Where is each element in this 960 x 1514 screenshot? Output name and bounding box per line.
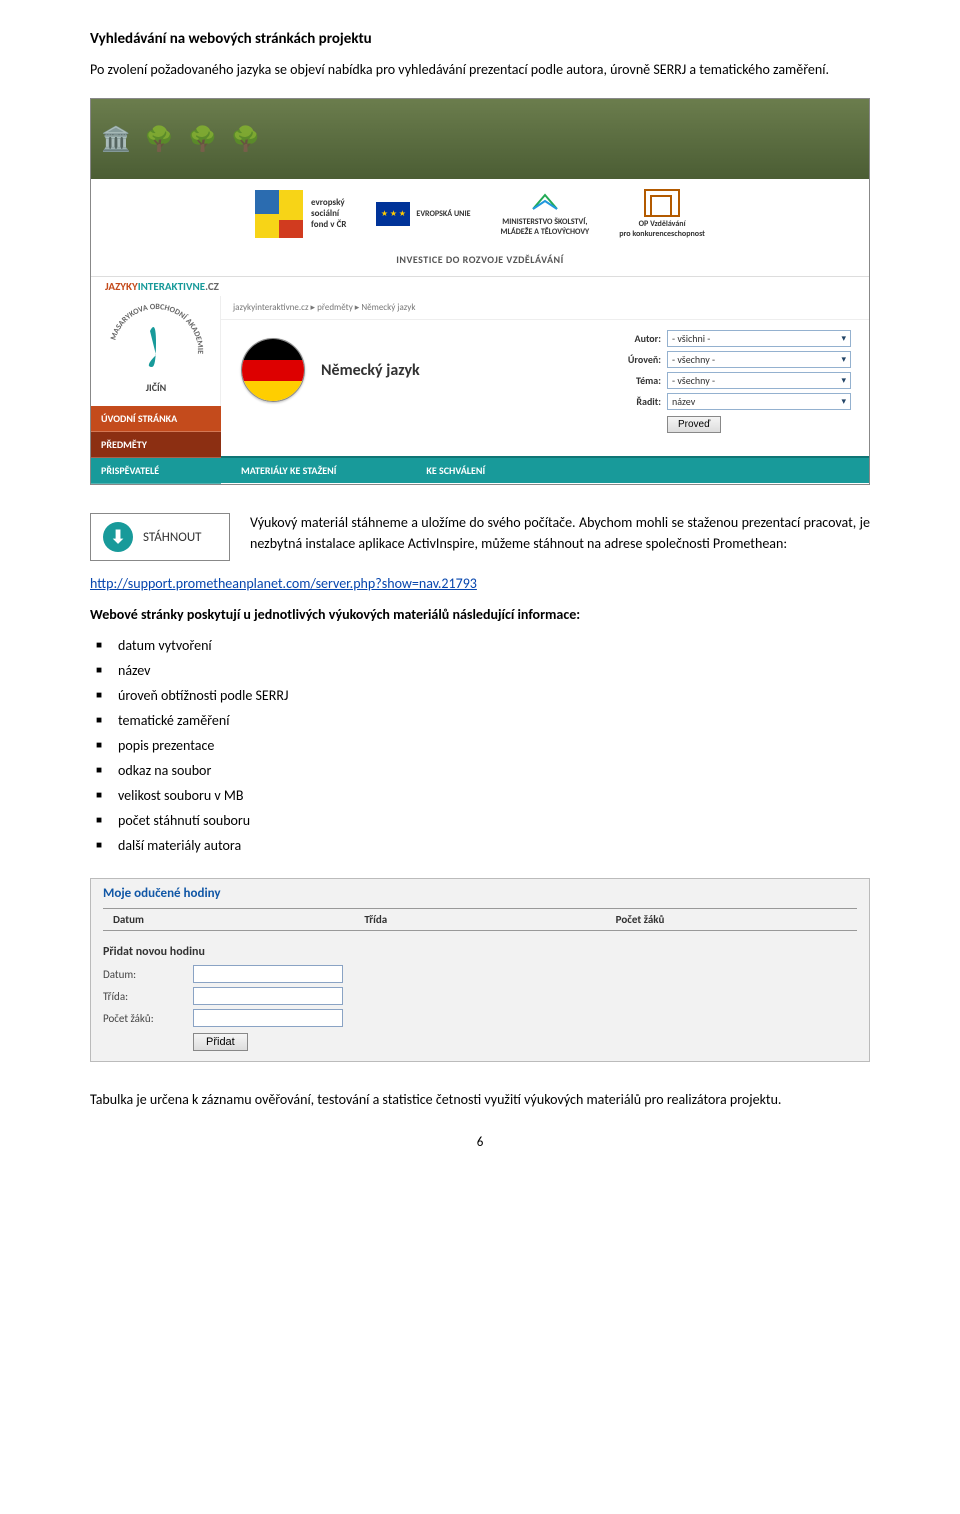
svg-text:JIČÍN: JIČÍN — [145, 381, 166, 394]
sort-label: Řadit: — [621, 395, 661, 408]
breadcrumb: jazykyinteraktivne.cz ▸ předměty ▸ Němec… — [221, 296, 869, 320]
eu-flag-icon: ★ ★ ★ — [376, 202, 410, 226]
chevron-down-icon: ▾ — [841, 394, 846, 409]
form-date-input[interactable] — [193, 965, 343, 983]
list-item: velikost souboru v MB — [118, 783, 870, 808]
brand-text-3: .CZ — [205, 280, 219, 293]
tab-approval[interactable]: KE SCHVÁLENÍ — [426, 464, 485, 477]
download-label[interactable]: STÁHNOUT — [143, 530, 202, 545]
campus-banner: 🏛️ 🌳 🌳 🌳 — [91, 99, 869, 179]
form-count-label: Počet žáků: — [103, 1012, 193, 1025]
opvk-logo: OP Vzdělávání pro konkurenceschopnost — [619, 189, 705, 239]
form-class-label: Třída: — [103, 990, 193, 1003]
chevron-down-icon: ▾ — [841, 373, 846, 388]
list-item: odkaz na soubor — [118, 758, 870, 783]
opvk-icon — [644, 189, 680, 217]
col-date: Datum — [103, 909, 354, 930]
lessons-heading: Moje odučené hodiny — [91, 879, 869, 908]
author-select[interactable]: - všichni -▾ — [667, 330, 851, 347]
add-lesson-form: Datum: Třída: Počet žáků: Přidat — [91, 965, 869, 1061]
level-label: Úroveň: — [621, 353, 661, 366]
sidebar: MASARYKOVA OBCHODNÍ AKADEMIE JIČÍN ÚVODN… — [91, 296, 221, 484]
subject-name: Německý jazyk — [321, 361, 420, 380]
lessons-screenshot: Moje odučené hodiny Datum Třída Počet žá… — [90, 878, 870, 1062]
download-box: ⬇ STÁHNOUT — [90, 513, 230, 561]
download-section: ⬇ STÁHNOUT Výukový materiál stáhneme a u… — [90, 513, 870, 561]
brand-text-2: INTERAKTIVNE — [138, 280, 205, 293]
col-class: Třída — [354, 909, 605, 930]
chevron-down-icon: ▾ — [841, 331, 846, 346]
sort-select[interactable]: název▾ — [667, 393, 851, 410]
info-bullet-list: datum vytvoření název úroveň obtížnosti … — [90, 633, 870, 858]
closing-paragraph: Tabulka je určena k záznamu ověřování, t… — [90, 1090, 870, 1110]
author-label: Autor: — [621, 332, 661, 345]
list-item: úroveň obtížnosti podle SERRJ — [118, 683, 870, 708]
esf-text: evropský sociální fond v ČR — [311, 198, 346, 230]
form-count-input[interactable] — [193, 1009, 343, 1027]
german-flag-icon — [241, 338, 305, 402]
list-item: popis prezentace — [118, 733, 870, 758]
list-item: počet stáhnutí souboru — [118, 808, 870, 833]
info-intro: Webové stránky poskytují u jednotlivých … — [90, 606, 870, 623]
site-brand: JAZYKYINTERAKTIVNE.CZ — [91, 276, 869, 296]
level-select[interactable]: - všechny -▾ — [667, 351, 851, 368]
tab-downloads[interactable]: MATERIÁLY KE STAŽENÍ — [241, 464, 336, 477]
chevron-down-icon: ▾ — [841, 352, 846, 367]
intro-paragraph: Po zvolení požadovaného jazyka se objeví… — [90, 60, 870, 80]
school-logo: MASARYKOVA OBCHODNÍ AKADEMIE JIČÍN — [91, 296, 221, 406]
content-area: jazykyinteraktivne.cz ▸ předměty ▸ Němec… — [221, 296, 869, 484]
topic-label: Téma: — [621, 374, 661, 387]
nav-home[interactable]: ÚVODNÍ STRÁNKA — [91, 406, 221, 432]
sidebar-nav: ÚVODNÍ STRÁNKA PŘEDMĚTY PŘISPĚVATELÉ — [91, 406, 221, 484]
invest-slogan: INVESTICE DO ROZVOJE VZDĚLÁVÁNÍ — [91, 249, 869, 276]
list-item: datum vytvoření — [118, 633, 870, 658]
page-number: 6 — [90, 1135, 870, 1150]
topic-select[interactable]: - všechny -▾ — [667, 372, 851, 389]
lessons-table: Datum Třída Počet žáků — [91, 908, 869, 935]
content-tabs: MATERIÁLY KE STAŽENÍ KE SCHVÁLENÍ — [221, 456, 869, 483]
promethean-link[interactable]: http://support.prometheanplanet.com/serv… — [90, 575, 477, 592]
add-lesson-button[interactable]: Přidat — [193, 1033, 248, 1051]
list-item: název — [118, 658, 870, 683]
brand-text-1: JAZYKY — [105, 280, 138, 293]
project-site-screenshot: 🏛️ 🌳 🌳 🌳 evropský sociální fond v ČR ★ ★… — [90, 98, 870, 485]
nav-contributors[interactable]: PŘISPĚVATELÉ — [91, 458, 221, 484]
download-description: Výukový materiál stáhneme a uložíme do s… — [250, 513, 870, 554]
svg-text:MASARYKOVA OBCHODNÍ AKADEMIE: MASARYKOVA OBCHODNÍ AKADEMIE — [108, 302, 204, 354]
form-date-label: Datum: — [103, 968, 193, 981]
search-submit-button[interactable]: Proveď — [667, 416, 721, 433]
esf-icon — [255, 190, 303, 238]
eu-logo: ★ ★ ★ EVROPSKÁ UNIE — [376, 202, 470, 226]
nav-subjects[interactable]: PŘEDMĚTY — [91, 432, 221, 458]
esf-logo: evropský sociální fond v ČR — [255, 190, 346, 238]
list-item: další materiály autora — [118, 833, 870, 858]
msmt-icon — [531, 191, 559, 213]
page-title: Vyhledávání na webových stránkách projek… — [90, 30, 870, 48]
add-lesson-heading: Přidat novou hodinu — [91, 935, 869, 965]
decorative-banner: 🏛️ 🌳 🌳 🌳 — [101, 125, 265, 154]
sponsor-logos-row: evropský sociální fond v ČR ★ ★ ★ EVROPS… — [91, 179, 869, 249]
search-filters: Autor: - všichni -▾ Úroveň: - všechny -▾… — [621, 330, 851, 433]
download-icon: ⬇ — [103, 522, 133, 552]
list-item: tematické zaměření — [118, 708, 870, 733]
eu-label: EVROPSKÁ UNIE — [416, 209, 470, 219]
msmt-logo: MINISTERSTVO ŠKOLSTVÍ, MLÁDEŽE A TĚLOVÝC… — [501, 191, 590, 238]
form-class-input[interactable] — [193, 987, 343, 1005]
col-count: Počet žáků — [606, 909, 857, 930]
